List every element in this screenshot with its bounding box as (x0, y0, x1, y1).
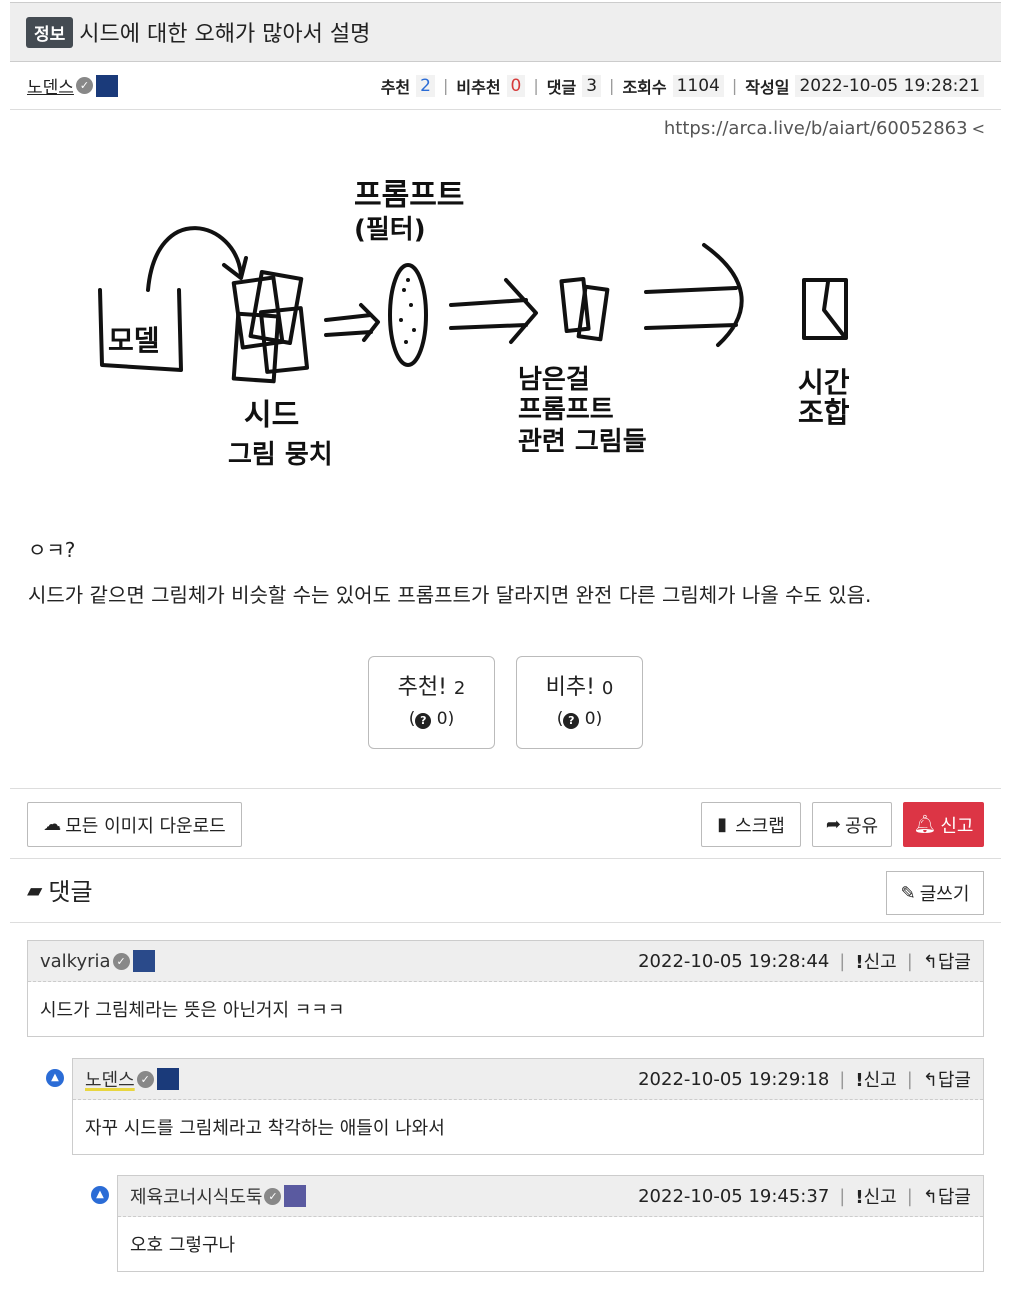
drawing-label-random-1: 시간 (798, 366, 850, 399)
comments-title: 댓글 (48, 878, 93, 906)
recommend-count: 2 (416, 74, 435, 97)
write-comment-button[interactable]: ✎ 글쓰기 (886, 871, 984, 915)
scrap-label: 스크랩 (735, 815, 785, 837)
comment-date: 2022-10-05 19:28:44 (638, 950, 830, 972)
share-label: 공유 (844, 815, 879, 837)
downvote-count: 0 (601, 678, 614, 699)
verified-icon: ✓ (112, 952, 130, 970)
post-drawing: 모델 시드 그림 뭉치 프롬프트 (필터) 남은걸 프롬프트 관련 그림들 시간… (98, 178, 850, 470)
post-stats: 추천 2 | 비추천 0 | 댓글 3 | 조회수 1104 | 작성일 202… (381, 74, 984, 98)
commenter-avatar[interactable] (156, 1068, 179, 1090)
upvote-sub-count: 0 (436, 709, 448, 729)
share-arrow-icon: ➦ (825, 814, 841, 835)
question-icon: ? (563, 713, 580, 729)
post-title-bar: 정보 시드에 대한 오해가 많아서 설명 (10, 2, 1001, 62)
post-date: 2022-10-05 19:28:21 (795, 74, 984, 97)
category-badge[interactable]: 정보 (26, 16, 74, 48)
upvote-button[interactable]: 추천! 2 (? 0) (368, 656, 495, 749)
comment-author[interactable]: valkyria (40, 951, 111, 972)
downvote-sub-count: 0 (584, 709, 596, 729)
comment-author[interactable]: 노덴스 (85, 1066, 135, 1092)
unrecommend-label: 비추천 (456, 77, 501, 97)
comment-report-link[interactable]: !신고 (855, 1183, 896, 1209)
comment-item: 노덴스 ✓ 2022-10-05 19:29:18 | !신고 | ↰답글 자꾸… (72, 1058, 984, 1155)
edit-icon: ✎ (900, 882, 916, 904)
reply-indicator-icon: ▲ (91, 1186, 109, 1204)
comment-report-link[interactable]: !신고 (855, 948, 896, 974)
share-button[interactable]: ➦ 공유 (812, 802, 892, 847)
post-url[interactable]: https://arca.live/b/aiart/60052863 < (664, 118, 985, 139)
unrecommend-count: 0 (506, 74, 526, 97)
write-label: 글쓰기 (919, 884, 970, 905)
post-body-line-1: ㅇㅋ? (28, 538, 76, 562)
verified-icon: ✓ (75, 77, 93, 94)
author-avatar[interactable] (95, 74, 118, 97)
comments-header: ▰ 댓글 (27, 872, 93, 907)
drawing-label-random-2: 조합 (798, 396, 850, 429)
drawing-label-remain-1: 남은걸 (518, 365, 590, 395)
drawing-label-remain-2: 프롬프트 (518, 395, 614, 425)
arrow-3 (644, 243, 744, 347)
download-all-label: 모든 이미지 다운로드 (65, 815, 226, 837)
arc-arrow (146, 226, 243, 292)
commenter-avatar[interactable] (132, 950, 155, 972)
author-name[interactable]: 노덴스 (27, 73, 74, 98)
views-count: 1104 (672, 74, 724, 97)
drawing-label-model: 모델 (108, 324, 160, 357)
arrow-2 (449, 278, 538, 344)
question-icon: ? (415, 713, 432, 729)
post-title: 시드에 대한 오해가 많아서 설명 (79, 22, 371, 47)
comments-label: 댓글 (546, 77, 577, 97)
post-meta: 노덴스 ✓ 추천 2 | 비추천 0 | 댓글 3 | 조회수 1104 | 작… (10, 62, 1001, 110)
divider (10, 788, 1001, 789)
comment-text: 오호 그렇구나 (130, 1235, 236, 1256)
divider (10, 858, 1001, 859)
comment-date: 2022-10-05 19:29:18 (638, 1068, 830, 1090)
drawing-label-seed-sub: 그림 뭉치 (228, 440, 333, 470)
verified-icon: ✓ (136, 1070, 154, 1088)
comments-icon: ▰ (27, 877, 43, 902)
date-label: 작성일 (745, 77, 790, 97)
comment-date: 2022-10-05 19:45:37 (638, 1185, 830, 1207)
comment-item: 제육코너시식도둑 ✓ 2022-10-05 19:45:37 | !신고 | ↰… (117, 1175, 984, 1272)
share-icon[interactable]: < (972, 119, 985, 138)
bookmark-icon: ▮ (717, 814, 728, 835)
divider (10, 922, 1001, 923)
commenter-avatar[interactable] (284, 1185, 307, 1207)
comments-count: 3 (582, 74, 602, 97)
comment-text: 자꾸 시드를 그림체라고 착각하는 애들이 나와서 (85, 1118, 445, 1139)
recommend-label: 추천 (380, 77, 411, 97)
comment-item: valkyria ✓ 2022-10-05 19:28:44 | !신고 | ↰… (27, 940, 984, 1037)
comment-reply-link[interactable]: ↰답글 (923, 1183, 971, 1209)
reply-indicator-icon: ▲ (46, 1069, 64, 1087)
upvote-count: 2 (453, 678, 466, 699)
comment-author[interactable]: 제육코너시식도둑 (130, 1183, 262, 1209)
downvote-button[interactable]: 비추! 0 (? 0) (516, 656, 643, 749)
scrap-button[interactable]: ▮ 스크랩 (701, 802, 801, 847)
comment-reply-link[interactable]: ↰답글 (923, 948, 971, 974)
downvote-label: 비추! (545, 675, 595, 700)
upvote-label: 추천! (397, 675, 447, 700)
views-label: 조회수 (622, 77, 667, 97)
post-body-line-2: 시드가 같으면 그림체가 비슷할 수는 있어도 프롬프트가 달라지면 완전 다른… (28, 583, 872, 607)
post-url-text[interactable]: https://arca.live/b/aiart/60052863 (664, 118, 968, 139)
arrow-1 (324, 303, 380, 342)
comment-reply-link[interactable]: ↰답글 (923, 1066, 971, 1092)
post-body: ㅇㅋ? 시드가 같으면 그림체가 비슷할 수는 있어도 프롬프트가 달라지면 완… (28, 528, 871, 618)
comment-report-link[interactable]: !신고 (855, 1066, 896, 1092)
drawing-label-prompt: 프롬프트 (354, 178, 464, 213)
comment-text: 시드가 그림체라는 뜻은 아닌거지 ㅋㅋㅋ (40, 1000, 345, 1021)
download-all-button[interactable]: ☁ 모든 이미지 다운로드 (27, 802, 242, 847)
report-label: 신고 (940, 815, 974, 837)
cloud-download-icon: ☁ (43, 814, 62, 835)
drawing-label-seed: 시드 (244, 398, 299, 433)
report-button[interactable]: 🔔︎ 신고 (903, 802, 984, 847)
drawing-label-filter: (필터) (354, 215, 426, 245)
drawing-label-remain-3: 관련 그림들 (518, 427, 647, 457)
verified-icon: ✓ (264, 1187, 282, 1205)
bell-icon: 🔔︎ (913, 814, 937, 835)
